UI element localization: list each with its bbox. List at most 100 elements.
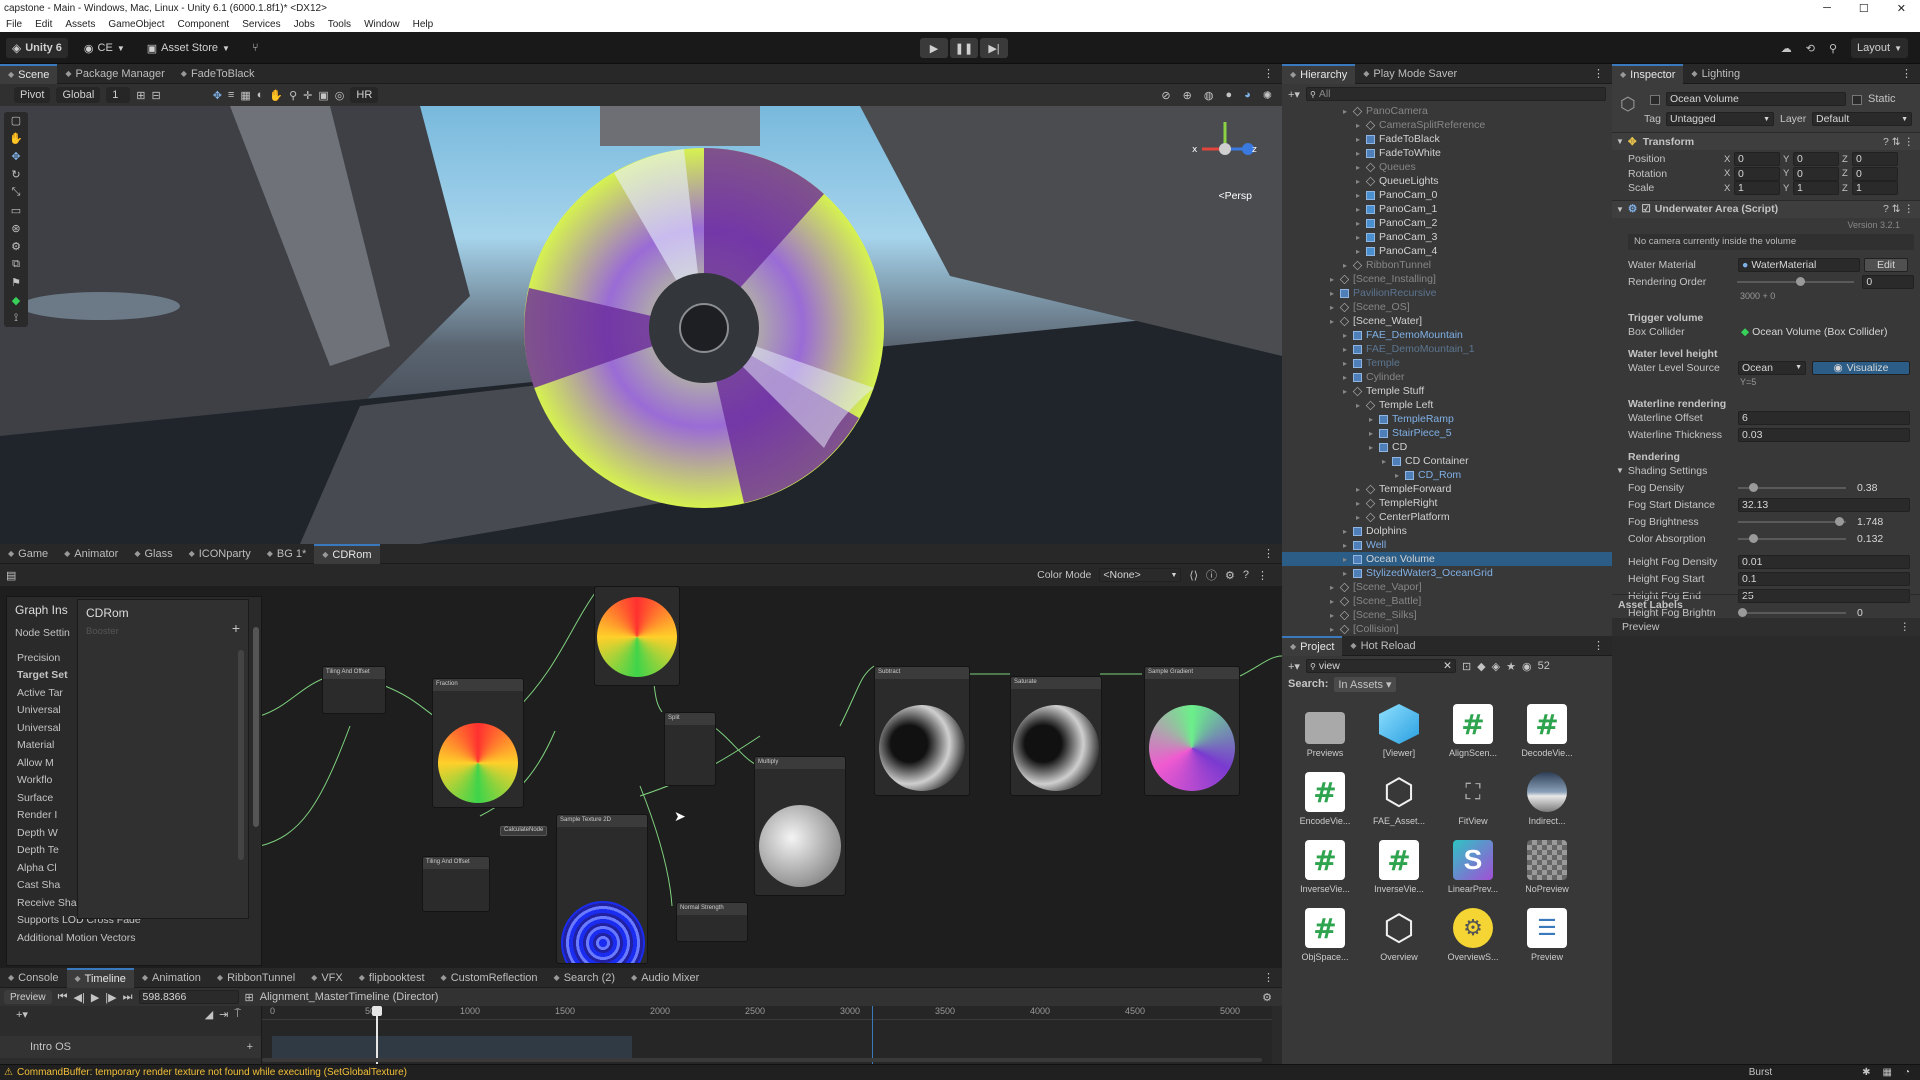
foldout-icon[interactable]: ▸: [1343, 541, 1353, 550]
foldout-icon[interactable]: ▸: [1382, 457, 1392, 466]
hierarchy-item[interactable]: ▸ StairPiece_5: [1282, 426, 1612, 440]
foldout-icon[interactable]: ▸: [1356, 135, 1366, 144]
director-label[interactable]: Alignment_MasterTimeline (Director): [260, 991, 439, 1003]
record-icon[interactable]: ◎: [335, 89, 345, 102]
blackboard-scrollbar[interactable]: [238, 650, 244, 860]
asset-item[interactable]: # InverseVie...: [1368, 840, 1430, 894]
foldout-icon[interactable]: ▸: [1330, 289, 1340, 298]
track-row[interactable]: Intro OS +: [0, 1036, 261, 1058]
tab-inspector[interactable]: ◆ Inspector: [1612, 63, 1684, 84]
color-mode-dropdown[interactable]: <None> ▼: [1099, 568, 1182, 582]
grid-icon[interactable]: ▦: [240, 89, 250, 102]
settings-icon[interactable]: ⚙: [1262, 991, 1282, 1004]
help-icon[interactable]: ?: [1243, 569, 1249, 581]
hierarchy-item[interactable]: ▸ [Scene_Battle]: [1282, 594, 1612, 608]
foldout-icon[interactable]: ▸: [1343, 373, 1353, 382]
preview-toggle[interactable]: Preview: [4, 990, 52, 1004]
align-icon[interactable]: ≡: [228, 89, 234, 101]
menu-item-help[interactable]: Help: [413, 19, 434, 30]
foldout-icon[interactable]: ▸: [1343, 359, 1353, 368]
unity-account-button[interactable]: ◈ Unity 6: [6, 38, 68, 58]
hierarchy-item[interactable]: ▸ PanoCam_2: [1282, 216, 1612, 230]
transform-y-field[interactable]: 0: [1793, 152, 1839, 167]
hierarchy-item[interactable]: ▸ Well: [1282, 538, 1612, 552]
status-message[interactable]: CommandBuffer: temporary render texture …: [17, 1067, 407, 1078]
fog-density-field[interactable]: 0.38: [1854, 480, 1910, 495]
rotate-tool-icon[interactable]: ↻: [11, 168, 20, 181]
hierarchy-item[interactable]: ▸ FAE_DemoMountain_1: [1282, 342, 1612, 356]
hierarchy-search[interactable]: ⚲ All: [1305, 87, 1606, 101]
asset-item[interactable]: # ObjSpace...: [1294, 908, 1356, 962]
foldout-icon[interactable]: ▸: [1395, 471, 1405, 480]
asset-item[interactable]: # AlignScen...: [1442, 704, 1504, 758]
pause-button[interactable]: ❚❚: [950, 38, 978, 58]
cloud-icon[interactable]: ☁: [1781, 42, 1792, 55]
tab-timeline[interactable]: ◆ Timeline: [66, 967, 134, 988]
cube-tool-icon[interactable]: ◆: [12, 294, 20, 307]
hierarchy-item[interactable]: ▸ TempleRight: [1282, 496, 1612, 510]
close-icon[interactable]: ✕: [1897, 2, 1906, 15]
grid-size-field[interactable]: 1: [106, 87, 131, 103]
star-icon[interactable]: ★: [1506, 660, 1516, 673]
height-fog-start-field[interactable]: 0.1: [1738, 571, 1910, 586]
menu-item-edit[interactable]: Edit: [35, 19, 52, 30]
scene-viewport[interactable]: ▢ ✋ ✥ ↻ ⤡ ▭ ⊛ ⚙ ⧉ ⚑ ◆ ⟟ x z <Persp: [0, 106, 1282, 544]
project-search[interactable]: ⚲ view ✕: [1305, 659, 1456, 673]
asset-item[interactable]: # EncodeVie...: [1294, 772, 1356, 826]
hierarchy-item[interactable]: ▸ [Collision]: [1282, 622, 1612, 636]
hierarchy-item[interactable]: ▸ [Scene_Silks]: [1282, 608, 1612, 622]
menu-item-assets[interactable]: Assets: [65, 19, 95, 30]
history-icon[interactable]: ⟲: [1806, 42, 1815, 55]
hierarchy-item[interactable]: ▸ Temple Stuff: [1282, 384, 1612, 398]
hierarchy-item[interactable]: ▸ CD_Rom: [1282, 468, 1612, 482]
add-clip-icon[interactable]: +: [247, 1041, 261, 1053]
component-menu-icon[interactable]: ? ⇅ ⋮: [1883, 203, 1920, 215]
hierarchy-item[interactable]: ▸ Ocean Volume: [1282, 552, 1612, 566]
inspector-scrollbar[interactable]: [253, 627, 259, 827]
foldout-icon[interactable]: ▸: [1356, 219, 1366, 228]
hierarchy-item[interactable]: ▸ TempleForward: [1282, 482, 1612, 496]
globe-icon[interactable]: ⊕: [1183, 89, 1192, 102]
preview-header[interactable]: Preview ⋮: [1612, 618, 1920, 636]
tab-iconparty[interactable]: ◆ ICONparty: [181, 544, 259, 564]
version-control-button[interactable]: ⑂: [246, 38, 265, 58]
hierarchy-item[interactable]: ▸ QueueLights: [1282, 174, 1612, 188]
custom-tool-icon[interactable]: ⚙: [11, 240, 21, 253]
active-checkbox[interactable]: [1650, 95, 1660, 105]
timeline-scrollbar[interactable]: [262, 1058, 1262, 1062]
component-menu-icon[interactable]: ? ⇅ ⋮: [1883, 136, 1920, 148]
hierarchy-item[interactable]: ▸ Temple: [1282, 356, 1612, 370]
foldout-icon[interactable]: ▸: [1343, 331, 1353, 340]
asset-item[interactable]: ⬡ Overview: [1368, 907, 1430, 962]
play-button[interactable]: ▶: [920, 38, 948, 58]
hierarchy-item[interactable]: ▸ PanoCamera: [1282, 104, 1612, 118]
transform-x-field[interactable]: 0: [1734, 152, 1780, 167]
global-dropdown[interactable]: Global: [56, 87, 101, 103]
path-tool-icon[interactable]: ⟟: [14, 312, 18, 325]
tab-hot-reload[interactable]: ◆ Hot Reload: [1342, 636, 1423, 656]
hierarchy-item[interactable]: ▸ Cylinder: [1282, 370, 1612, 384]
save-icon[interactable]: ▤: [6, 569, 16, 582]
tab-lighting[interactable]: ◆ Lighting: [1683, 64, 1748, 84]
tiling-offset-node-2[interactable]: Tiling And Offset: [422, 856, 490, 912]
enabled-checkbox-icon[interactable]: ☑: [1641, 203, 1650, 215]
sample-gradient-node[interactable]: Sample Gradient: [1144, 666, 1240, 796]
projection-label[interactable]: <Persp: [1218, 190, 1252, 202]
asset-item[interactable]: [Viewer]: [1368, 704, 1430, 758]
play-icon[interactable]: ▶: [91, 991, 99, 1004]
effects-icon[interactable]: ✺: [1263, 89, 1272, 102]
color-absorption-field[interactable]: 0.132: [1854, 531, 1910, 546]
scale-tool-icon[interactable]: ⤡: [12, 186, 21, 199]
static-checkbox[interactable]: [1852, 95, 1862, 105]
fog-start-field[interactable]: 32.13: [1738, 497, 1910, 512]
waterline-thickness-field[interactable]: 0.03: [1738, 427, 1910, 442]
hierarchy-item[interactable]: ▸ PavilionRecursive: [1282, 286, 1612, 300]
hr-button[interactable]: HR: [350, 87, 379, 103]
crop-tool-icon[interactable]: ⧉: [12, 258, 20, 271]
subtract-node[interactable]: Subtract: [874, 666, 970, 796]
waterline-offset-field[interactable]: 6: [1738, 410, 1910, 425]
asset-item[interactable]: ☰ Preview: [1516, 908, 1578, 962]
move-icon[interactable]: ✛: [303, 89, 312, 102]
shading-wire-icon[interactable]: ◍: [1204, 89, 1214, 102]
tab-animator[interactable]: ◆ Animator: [56, 544, 126, 564]
